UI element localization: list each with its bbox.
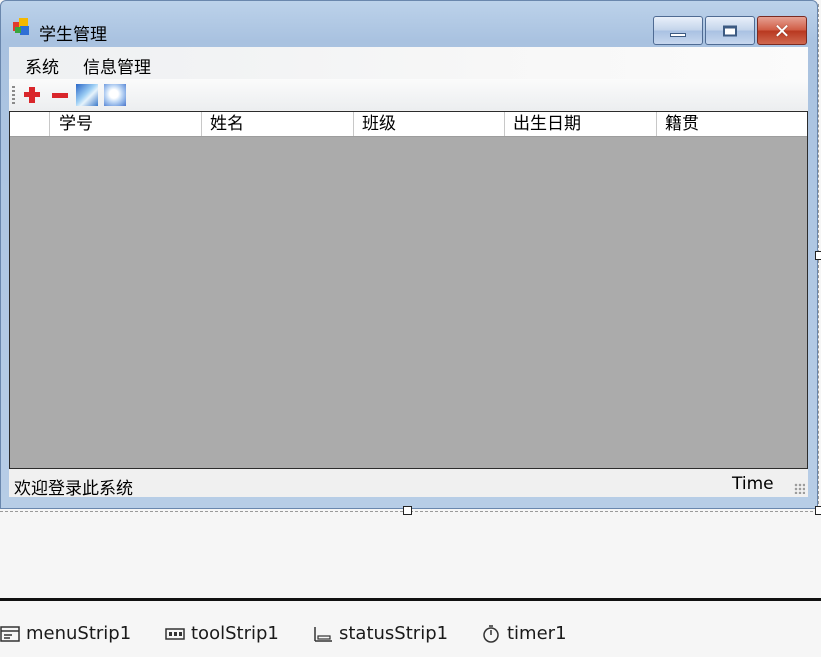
- title-bar[interactable]: 学生管理 ✕: [1, 1, 817, 45]
- timer-icon: [483, 625, 499, 643]
- row-header-corner[interactable]: [10, 112, 50, 136]
- maximize-icon: [723, 25, 737, 36]
- status-welcome-label: 欢迎登录此系统: [14, 479, 133, 499]
- add-button[interactable]: [20, 83, 44, 107]
- status-time-label: Time: [732, 474, 774, 494]
- tray-label-statusstrip: statusStrip1: [339, 623, 449, 644]
- grid-header-row: 学号 姓名 班级 出生日期 籍贯: [10, 112, 807, 137]
- toolstrip-icon: [165, 628, 185, 640]
- menu-item-system[interactable]: 系统: [18, 53, 66, 78]
- menu-strip: 系统 信息管理: [9, 47, 808, 79]
- column-header-name[interactable]: 姓名: [202, 112, 354, 136]
- designer-form-window[interactable]: 学生管理 ✕ 系统 信息管理 学号 姓名 班级 出生日期 籍贯 欢迎登录此系统 …: [0, 0, 818, 509]
- window-title: 学生管理: [39, 25, 107, 45]
- picture-button[interactable]: [75, 83, 99, 107]
- picture-icon: [76, 84, 98, 106]
- size-grip-icon[interactable]: [794, 483, 805, 494]
- column-header-birth-date[interactable]: 出生日期: [505, 112, 657, 136]
- resize-handle-bottom[interactable]: [403, 506, 412, 515]
- toolstrip-grip-icon[interactable]: [12, 86, 15, 104]
- tray-label-timer: timer1: [507, 623, 567, 644]
- tray-label-toolstrip: toolStrip1: [191, 623, 279, 644]
- column-header-student-id[interactable]: 学号: [51, 112, 202, 136]
- close-button[interactable]: ✕: [757, 16, 807, 45]
- tool-strip: [9, 79, 808, 110]
- column-header-class[interactable]: 班级: [354, 112, 505, 136]
- column-header-native-place[interactable]: 籍贯: [657, 112, 807, 136]
- form-client-area: 系统 信息管理 学号 姓名 班级 出生日期 籍贯 欢迎登录此系统 Time: [9, 47, 808, 499]
- menustrip-icon: [0, 626, 20, 642]
- picture-bubble-button[interactable]: [103, 83, 127, 107]
- maximize-button[interactable]: [705, 16, 755, 45]
- minimize-button[interactable]: [653, 16, 703, 45]
- component-tray: menuStrip1 toolStrip1 statusStrip1 timer…: [0, 601, 821, 657]
- resize-handle-corner[interactable]: [815, 506, 821, 515]
- close-icon: ✕: [773, 18, 791, 43]
- app-form-icon: [13, 18, 31, 36]
- tray-label-menustrip: menuStrip1: [26, 623, 132, 644]
- menu-item-info-management[interactable]: 信息管理: [76, 53, 158, 78]
- resize-handle-right[interactable]: [815, 251, 821, 260]
- status-strip: 欢迎登录此系统 Time: [9, 470, 808, 499]
- data-grid-view[interactable]: 学号 姓名 班级 出生日期 籍贯: [9, 111, 808, 469]
- statusstrip-icon: [314, 627, 332, 642]
- picture-bubble-icon: [104, 84, 126, 106]
- minimize-icon: [670, 32, 686, 37]
- remove-button[interactable]: [48, 83, 72, 107]
